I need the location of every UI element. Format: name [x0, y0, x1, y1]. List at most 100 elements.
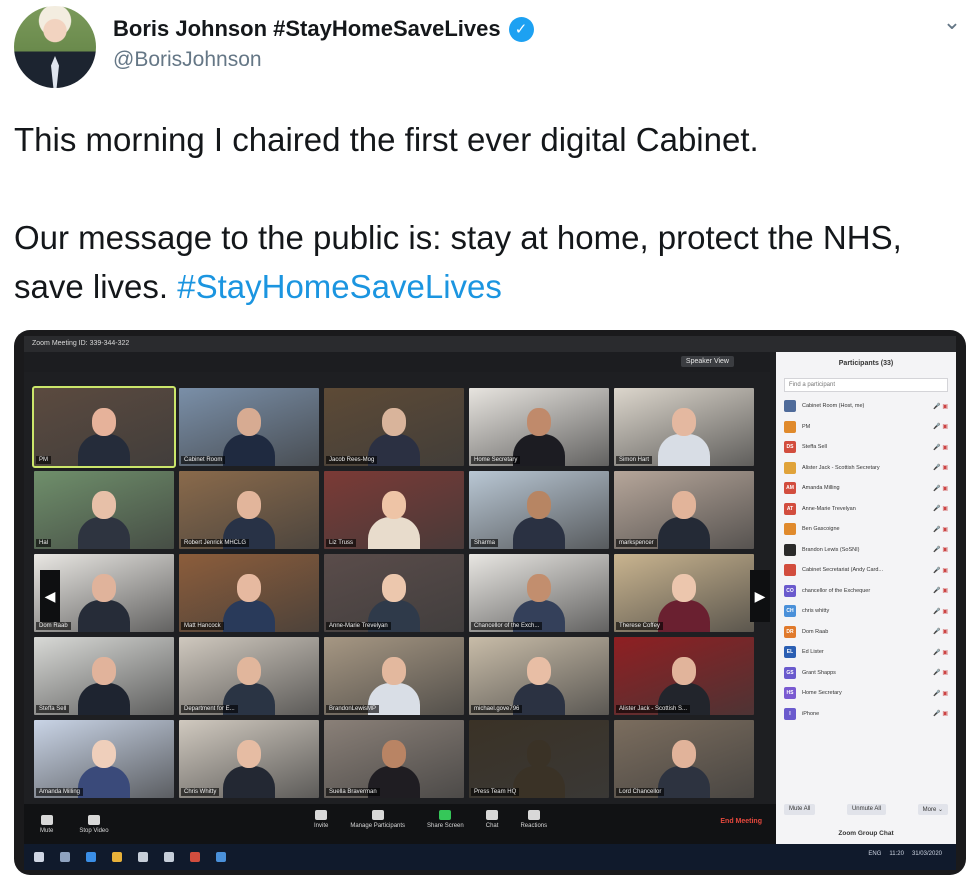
edge-browser-icon[interactable] [86, 852, 96, 862]
participant-list-item[interactable]: IiPhone 🎤 ▣ [776, 704, 956, 725]
video-tile[interactable]: Department for E... [179, 637, 319, 715]
participant-face [382, 657, 406, 685]
participant-list-item[interactable]: CO chancellor of the Exchequer 🎤 ▣ [776, 581, 956, 602]
video-tile[interactable]: Anne-Marie Trevelyan [324, 554, 464, 632]
stop-video-button[interactable]: Stop Video [79, 814, 109, 834]
participant-avatar: HS [784, 687, 796, 700]
mic-camera-status-icon: 🎤 ▣ [933, 670, 948, 677]
video-tile[interactable]: michael.gove796 [469, 637, 609, 715]
taskbar-clock[interactable]: 11:20 [889, 851, 904, 857]
zoom-bottom-toolbar: Mute Stop Video Invite Manage Participan… [24, 804, 776, 844]
participant-name-label: Chancellor of the Exch... [471, 622, 543, 630]
participant-video [513, 740, 565, 798]
group-chat-header[interactable]: Zoom Group Chat [776, 830, 956, 837]
file-explorer-icon[interactable] [138, 852, 148, 862]
participant-list-item[interactable]: HS Home Secretary 🎤 ▣ [776, 683, 956, 704]
participant-list-item[interactable]: GS Grant Shapps 🎤 ▣ [776, 663, 956, 684]
reactions-button[interactable]: Reactions [520, 810, 547, 829]
hashtag-link[interactable]: #StayHomeSaveLives [177, 268, 502, 305]
chrome-browser-icon[interactable] [112, 852, 122, 862]
video-tile[interactable]: PM [32, 386, 176, 468]
more-button[interactable]: More ⌄ [917, 804, 948, 815]
speaker-view-button[interactable]: Speaker View [680, 356, 734, 367]
profile-avatar[interactable] [14, 6, 96, 88]
zoom-top-bar: Speaker View [24, 352, 770, 372]
video-tile[interactable]: Cabinet Room [179, 388, 319, 466]
author-name-row[interactable]: Boris Johnson #StayHomeSaveLives ✓ [113, 16, 534, 42]
participant-name: Cabinet Secretariat (Andy Card... [802, 567, 884, 574]
windows-taskbar: ENG 11:20 31/03/2020 [24, 844, 956, 870]
participant-avatar: CH [784, 605, 796, 618]
video-tile[interactable]: Suella Braverman [324, 720, 464, 798]
user-handle[interactable]: @BorisJohnson [113, 48, 262, 72]
participant-list-item[interactable]: Brandon Lewis (SoSNI) 🎤 ▣ [776, 540, 956, 561]
video-tile[interactable]: Alister Jack - Scottish S... [614, 637, 754, 715]
start-menu-icon[interactable] [34, 852, 44, 862]
video-tile[interactable]: Therese Coffey [614, 554, 754, 632]
invite-button[interactable]: Invite [314, 810, 328, 829]
participant-list-item[interactable]: Cabinet Secretariat (Andy Card... 🎤 ▣ [776, 560, 956, 581]
video-tile[interactable]: Hal [34, 471, 174, 549]
tweet-text-paragraph: Our message to the public is: stay at ho… [14, 213, 964, 311]
participant-list-item[interactable]: Ben Gascoigne 🎤 ▣ [776, 519, 956, 540]
participant-video [658, 574, 710, 632]
participant-list-item[interactable]: Alister Jack - Scottish Secretary 🎤 ▣ [776, 458, 956, 479]
video-tile[interactable]: Chancellor of the Exch... [469, 554, 609, 632]
mic-camera-status-icon: 🎤 ▣ [933, 424, 948, 431]
participant-list-item[interactable]: AM Amanda Milling 🎤 ▣ [776, 478, 956, 499]
video-tile[interactable]: Jacob Rees-Mog [324, 388, 464, 466]
manage-participants-label: Manage Participants [350, 823, 406, 829]
video-tile[interactable]: Robert Jenrick MHCLG [179, 471, 319, 549]
participant-list-item[interactable]: Cabinet Room (Host, me) 🎤 ▣ [776, 396, 956, 417]
mute-all-button[interactable]: Mute All [784, 804, 816, 815]
participant-name: Cabinet Room (Host, me) [802, 403, 865, 410]
office-app-icon[interactable] [190, 852, 200, 862]
participants-panel: Participants (33) Find a participant Cab… [776, 352, 956, 844]
participant-face [92, 491, 116, 519]
language-indicator[interactable]: ENG [868, 851, 881, 857]
participant-list-item[interactable]: CH chris whitty 🎤 ▣ [776, 601, 956, 622]
unmute-all-button[interactable]: Unmute All [846, 804, 886, 815]
participant-name: Steffa Sell [802, 444, 827, 451]
participant-avatar: I [784, 707, 796, 720]
share-screen-button[interactable]: Share Screen [427, 810, 464, 829]
taskbar-date[interactable]: 31/03/2020 [912, 851, 942, 857]
video-tile[interactable]: markspencer [614, 471, 754, 549]
zoom-app-icon[interactable] [216, 852, 226, 862]
prev-page-arrow-icon[interactable]: ◀ [40, 570, 60, 622]
video-tile[interactable]: Home Secretary [469, 388, 609, 466]
video-tile[interactable]: Press Team HQ [469, 720, 609, 798]
manage-participants-button[interactable]: Manage Participants [350, 810, 405, 829]
video-tile[interactable]: Matt Hancock [179, 554, 319, 632]
video-tile[interactable]: Liz Truss [324, 471, 464, 549]
store-icon[interactable] [164, 852, 174, 862]
next-page-arrow-icon[interactable]: ▶ [750, 570, 770, 622]
video-tile[interactable]: Amanda Milling [34, 720, 174, 798]
participant-list-item[interactable]: EL Ed Lister 🎤 ▣ [776, 642, 956, 663]
mic-camera-status-icon: 🎤 ▣ [933, 588, 948, 595]
mute-button[interactable]: Mute [40, 814, 53, 834]
video-tile[interactable]: BrandonLewisMP [324, 637, 464, 715]
chevron-down-icon[interactable]: ⌄ [942, 11, 962, 33]
video-tile[interactable]: Simon Hart [614, 388, 754, 466]
find-participant-input[interactable]: Find a participant [784, 378, 948, 392]
participant-list-item[interactable]: DR Dom Raab 🎤 ▣ [776, 622, 956, 643]
tweet-media-photo[interactable]: Zoom Meeting ID: 339-344-322 Speaker Vie… [14, 330, 966, 875]
video-tile[interactable]: Steffa Sell [34, 637, 174, 715]
verified-badge-icon: ✓ [508, 16, 534, 42]
participant-list-item[interactable]: AT Anne-Marie Trevelyan 🎤 ▣ [776, 499, 956, 520]
participant-list-item[interactable]: DS Steffa Sell 🎤 ▣ [776, 437, 956, 458]
display-name[interactable]: Boris Johnson #StayHomeSaveLives [113, 16, 501, 42]
task-view-icon[interactable] [60, 852, 70, 862]
stop-video-label: Stop Video [79, 827, 109, 834]
video-tile[interactable]: Chris Whitty [179, 720, 319, 798]
participant-video [513, 408, 565, 466]
chat-button[interactable]: Chat [486, 810, 498, 829]
video-tile[interactable]: Sharma [469, 471, 609, 549]
end-meeting-button[interactable]: End Meeting [720, 818, 762, 825]
mic-camera-status-icon: 🎤 ▣ [933, 567, 948, 574]
participant-list-item[interactable]: PM 🎤 ▣ [776, 417, 956, 438]
participant-face [527, 740, 551, 768]
video-tile[interactable]: Lord Chancellor [614, 720, 754, 798]
participant-name-label: Alister Jack - Scottish S... [616, 705, 691, 713]
